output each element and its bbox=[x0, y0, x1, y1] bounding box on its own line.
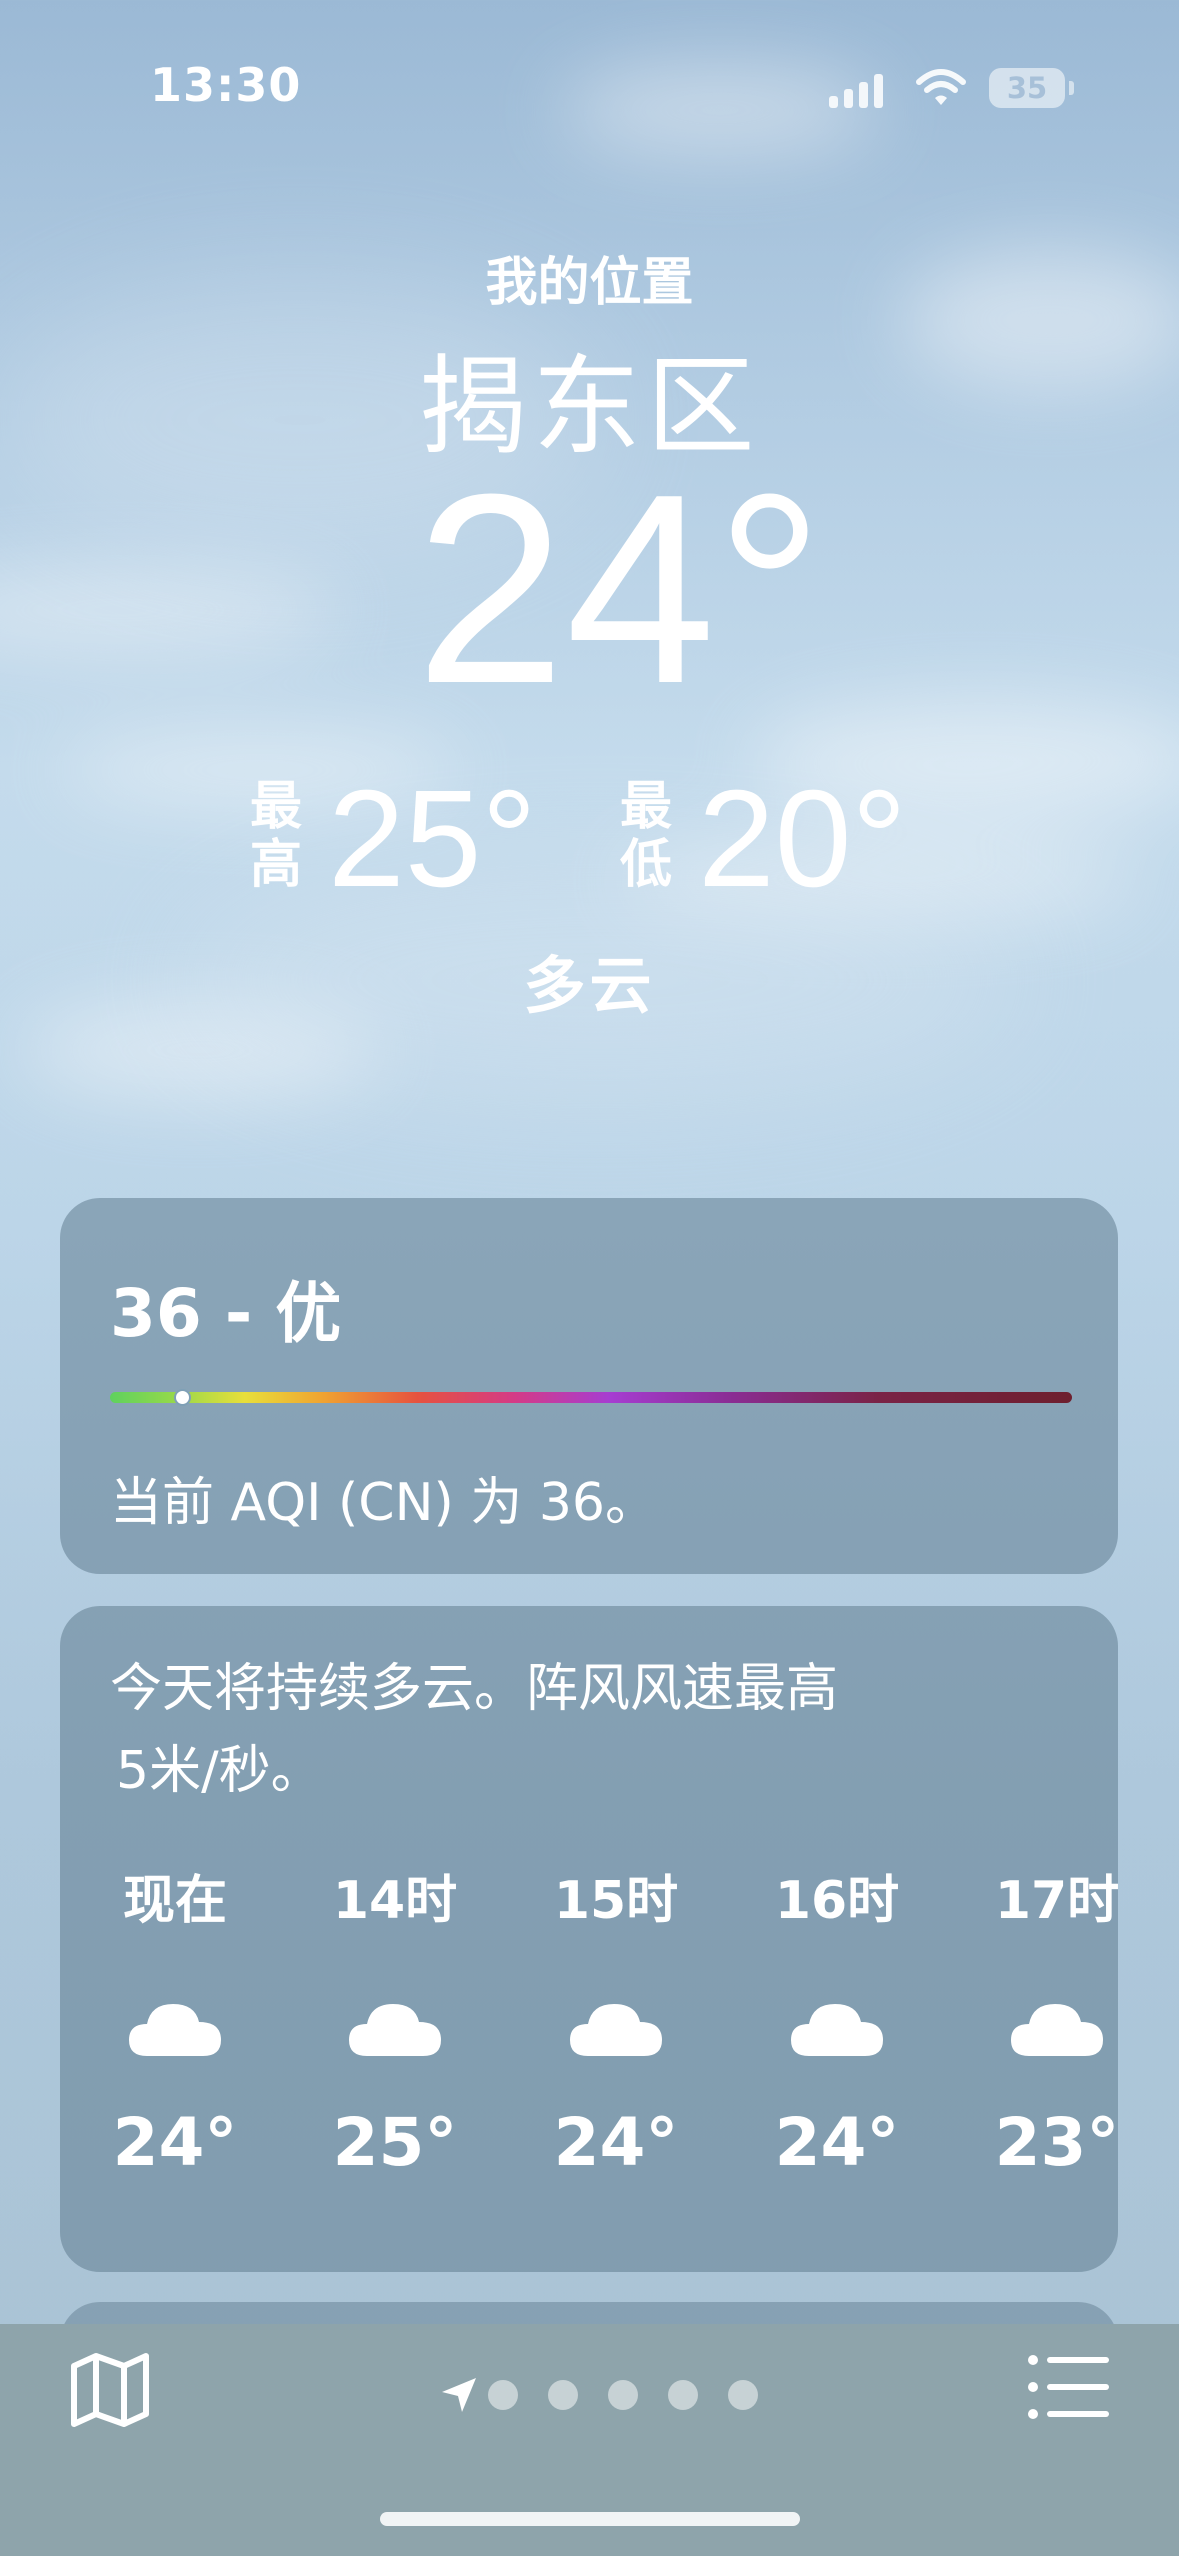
aqi-scale-bar bbox=[110, 1389, 1072, 1406]
home-indicator[interactable] bbox=[380, 2512, 800, 2526]
battery-level: 35 bbox=[1006, 71, 1048, 105]
wifi-icon bbox=[916, 69, 966, 105]
page-dot[interactable] bbox=[548, 2380, 578, 2410]
hourly-item: 16时 24° bbox=[752, 1866, 922, 2181]
hourly-item: 17时 23° bbox=[972, 1866, 1118, 2181]
aqi-level-marker bbox=[174, 1389, 192, 1406]
status-icons: 35 bbox=[829, 60, 1079, 110]
page-dot[interactable] bbox=[488, 2380, 518, 2410]
forecast-summary: 今天将持续多云。阵风风速最高 5米/秒。 bbox=[110, 1659, 839, 1801]
hour-label: 16时 bbox=[774, 1871, 900, 1931]
current-temperature: 24° bbox=[415, 439, 824, 740]
high-temp: 25° bbox=[328, 762, 537, 916]
map-icon[interactable] bbox=[68, 2350, 152, 2430]
aqi-description: 当前 AQI (CN) 为 36。 bbox=[110, 1473, 657, 1533]
cloud-icon bbox=[791, 2004, 883, 2056]
page-dot[interactable] bbox=[668, 2380, 698, 2410]
cellular-signal-icon bbox=[829, 68, 885, 108]
low-label: 最低 bbox=[619, 777, 672, 895]
hour-temp: 23° bbox=[994, 2104, 1118, 2181]
page-dot[interactable] bbox=[608, 2380, 638, 2410]
air-quality-card[interactable]: 36 - 优 当前 AQI (CN) 为 36。 bbox=[60, 1198, 1118, 1574]
page-indicator[interactable] bbox=[440, 2372, 770, 2412]
battery-icon: 35 bbox=[989, 68, 1065, 108]
hour-label: 现在 bbox=[122, 1871, 227, 1931]
status-time: 13:30 bbox=[150, 58, 302, 112]
hourly-item: 14时 25° bbox=[310, 1866, 480, 2181]
hour-label: 17时 bbox=[994, 1871, 1118, 1931]
hour-label: 14时 bbox=[332, 1871, 458, 1931]
hour-label: 15时 bbox=[553, 1871, 679, 1931]
hourly-item: 现在 24° bbox=[90, 1866, 260, 2181]
battery-tip bbox=[1069, 81, 1074, 95]
list-icon[interactable] bbox=[1027, 2352, 1111, 2422]
aqi-value: 36 - 优 bbox=[110, 1275, 342, 1352]
hour-temp: 25° bbox=[332, 2104, 458, 2181]
cloud-icon bbox=[570, 2004, 662, 2056]
page-dot[interactable] bbox=[728, 2380, 758, 2410]
location-label: 我的位置 bbox=[485, 253, 694, 313]
cloud-icon bbox=[349, 2004, 441, 2056]
hour-temp: 24° bbox=[774, 2104, 900, 2181]
hour-temp: 24° bbox=[553, 2104, 679, 2181]
low-temp: 20° bbox=[698, 762, 907, 916]
cloud-icon bbox=[1011, 2004, 1103, 2056]
hourly-forecast-card[interactable]: 今天将持续多云。阵风风速最高 5米/秒。 现在 24° 14时 25° 15时 24° 16时… bbox=[60, 1606, 1118, 2272]
weather-condition: 多云 bbox=[523, 949, 656, 1022]
hourly-item: 15时 24° bbox=[531, 1866, 701, 2181]
hour-temp: 24° bbox=[112, 2104, 238, 2181]
high-label: 最高 bbox=[249, 777, 302, 895]
cloud-icon bbox=[129, 2004, 221, 2056]
location-arrow-icon bbox=[442, 2378, 476, 2412]
